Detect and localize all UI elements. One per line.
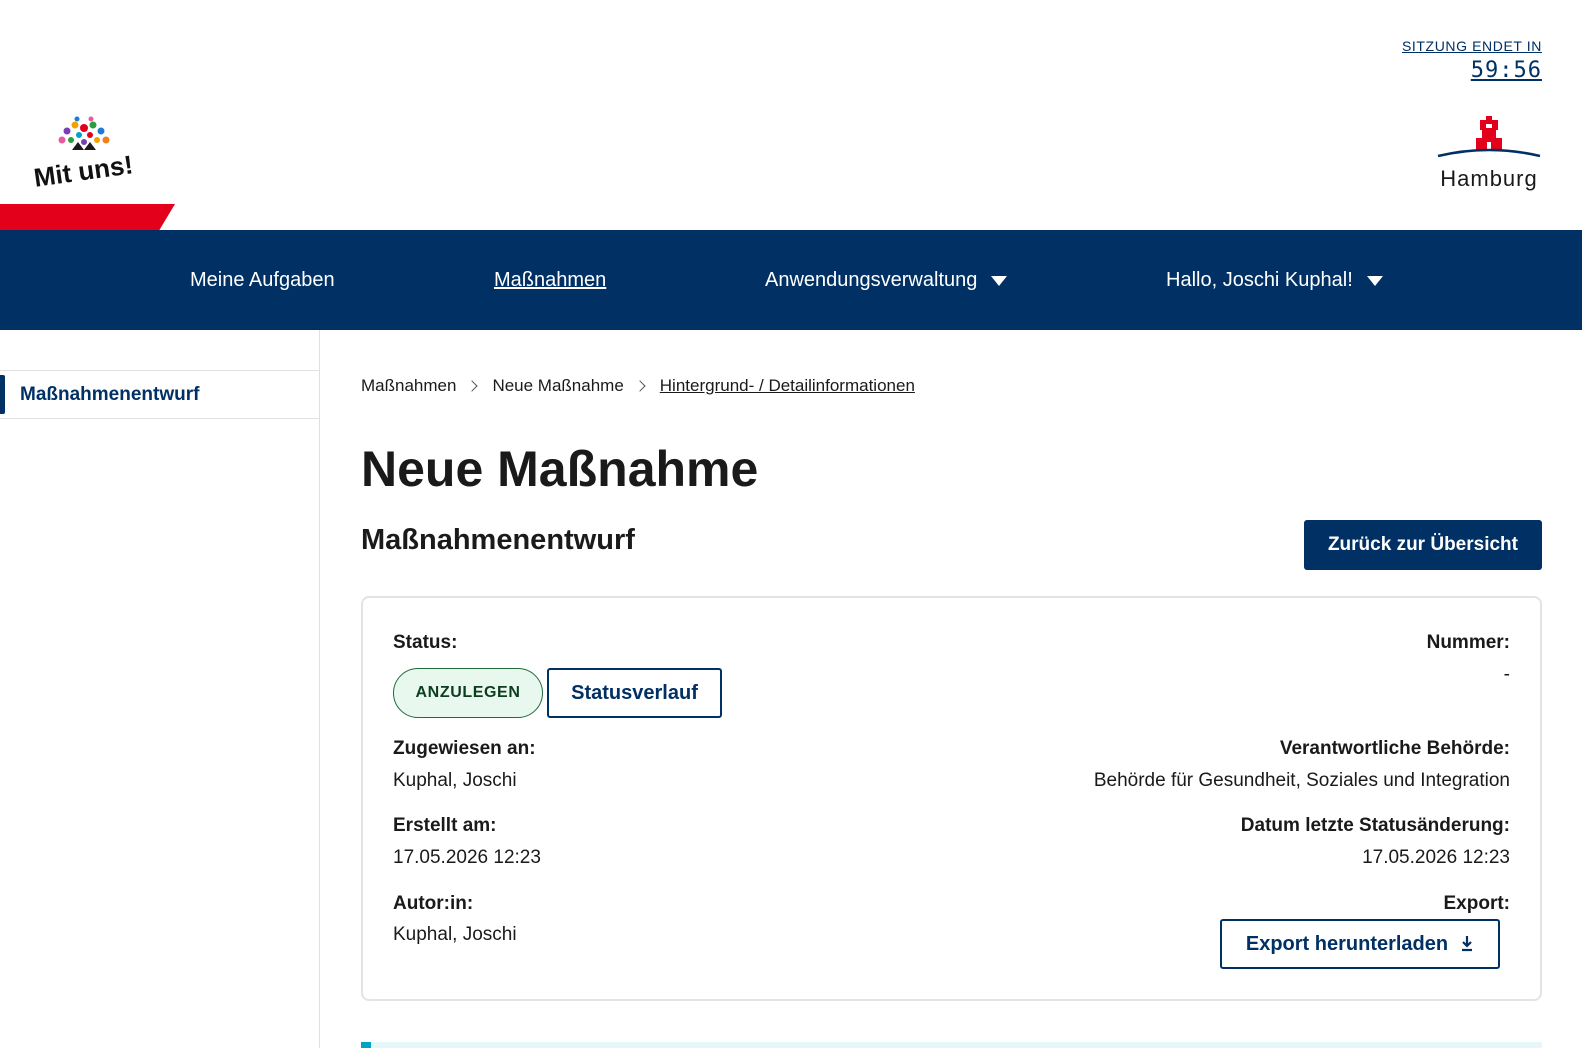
back-to-overview-button[interactable]: Zurück zur Übersicht	[1303, 520, 1542, 570]
caret-down-icon	[1366, 276, 1383, 286]
assigned-label: Zugewiesen an:	[393, 738, 536, 759]
nav-item-label: Hallo, Joschi Kuphal!	[1166, 268, 1353, 291]
sidebar: Maßnahmenentwurf	[0, 330, 320, 1048]
measure-info-card: Status: ANZULEGEN Statusverlauf Nummer: …	[361, 596, 1542, 1001]
session-label: SITZUNG ENDET IN	[1401, 38, 1542, 54]
author-value: Kuphal, Joschi	[393, 924, 517, 945]
info-banner-edge	[361, 1042, 1542, 1048]
section-title: Maßnahmenentwurf	[361, 524, 635, 556]
status-history-button[interactable]: Statusverlauf	[547, 668, 722, 718]
number-value: -	[1503, 664, 1510, 685]
created-label: Erstellt am:	[393, 815, 497, 836]
breadcrumb-item-current[interactable]: Hintergrund- / Detailinformationen	[660, 376, 915, 396]
mituns-logo-text: Mit uns!	[34, 149, 134, 193]
chevron-right-icon	[634, 380, 646, 392]
page-title: Neue Maßnahme	[361, 441, 759, 497]
breadcrumb-item-neue-massnahme[interactable]: Neue Maßnahme	[492, 376, 623, 396]
authority-label: Verantwortliche Behörde:	[1279, 738, 1510, 759]
status-label: Status:	[393, 632, 458, 653]
number-label: Nummer:	[1426, 632, 1510, 653]
hamburg-logo[interactable]: Hamburg	[1436, 116, 1542, 192]
nav-item-label: Anwendungsverwaltung	[765, 268, 978, 291]
nav-item-massnahmen[interactable]: Maßnahmen	[494, 230, 606, 330]
authority-value: Behörde für Gesundheit, Soziales und Int…	[1093, 770, 1510, 791]
export-label: Export:	[1443, 893, 1511, 914]
nav-item-label: Maßnahmen	[494, 268, 607, 291]
assigned-value: Kuphal, Joschi	[393, 770, 517, 791]
hamburg-logo-text: Hamburg	[1440, 166, 1538, 191]
status-change-label: Datum letzte Statusänderung:	[1240, 815, 1510, 836]
session-timer: 59:56	[1470, 58, 1542, 83]
export-download-button[interactable]: Export herunterladen	[1220, 919, 1500, 969]
sidebar-item-label: Maßnahmenentwurf	[20, 383, 200, 405]
breadcrumb-item-massnahmen[interactable]: Maßnahmen	[361, 376, 456, 396]
download-icon	[1462, 936, 1473, 952]
hamburg-castle-icon	[1437, 116, 1541, 158]
export-button-label: Export herunterladen	[1245, 932, 1449, 955]
main-navigation: Meine Aufgaben Maßnahmen Anwendungsverwa…	[0, 230, 1582, 330]
mituns-logo[interactable]: Mit uns!	[32, 116, 135, 196]
breadcrumb: Maßnahmen Neue Maßnahme Hintergrund- / D…	[361, 376, 915, 396]
page-header: SITZUNG ENDET IN 59:56 Mit uns! Hamburg	[0, 0, 1582, 254]
sidebar-item-massnahmenentwurf[interactable]: Maßnahmenentwurf	[0, 370, 320, 419]
nav-item-meine-aufgaben[interactable]: Meine Aufgaben	[190, 230, 335, 330]
chevron-right-icon	[466, 380, 479, 392]
nav-item-anwendungsverwaltung[interactable]: Anwendungsverwaltung	[765, 230, 1008, 330]
mituns-logo-graphic: Mit uns!	[32, 116, 135, 193]
nav-item-user-menu[interactable]: Hallo, Joschi Kuphal!	[1166, 230, 1383, 330]
created-value: 17.05.2026 12:23	[393, 847, 541, 868]
status-change-value: 17.05.2026 12:23	[1362, 847, 1510, 868]
session-timer-block[interactable]: SITZUNG ENDET IN 59:56	[1402, 38, 1542, 83]
status-badge: ANZULEGEN	[393, 668, 543, 718]
nav-item-label: Meine Aufgaben	[190, 268, 335, 291]
author-label: Autor:in:	[393, 893, 474, 914]
caret-down-icon	[991, 276, 1008, 286]
